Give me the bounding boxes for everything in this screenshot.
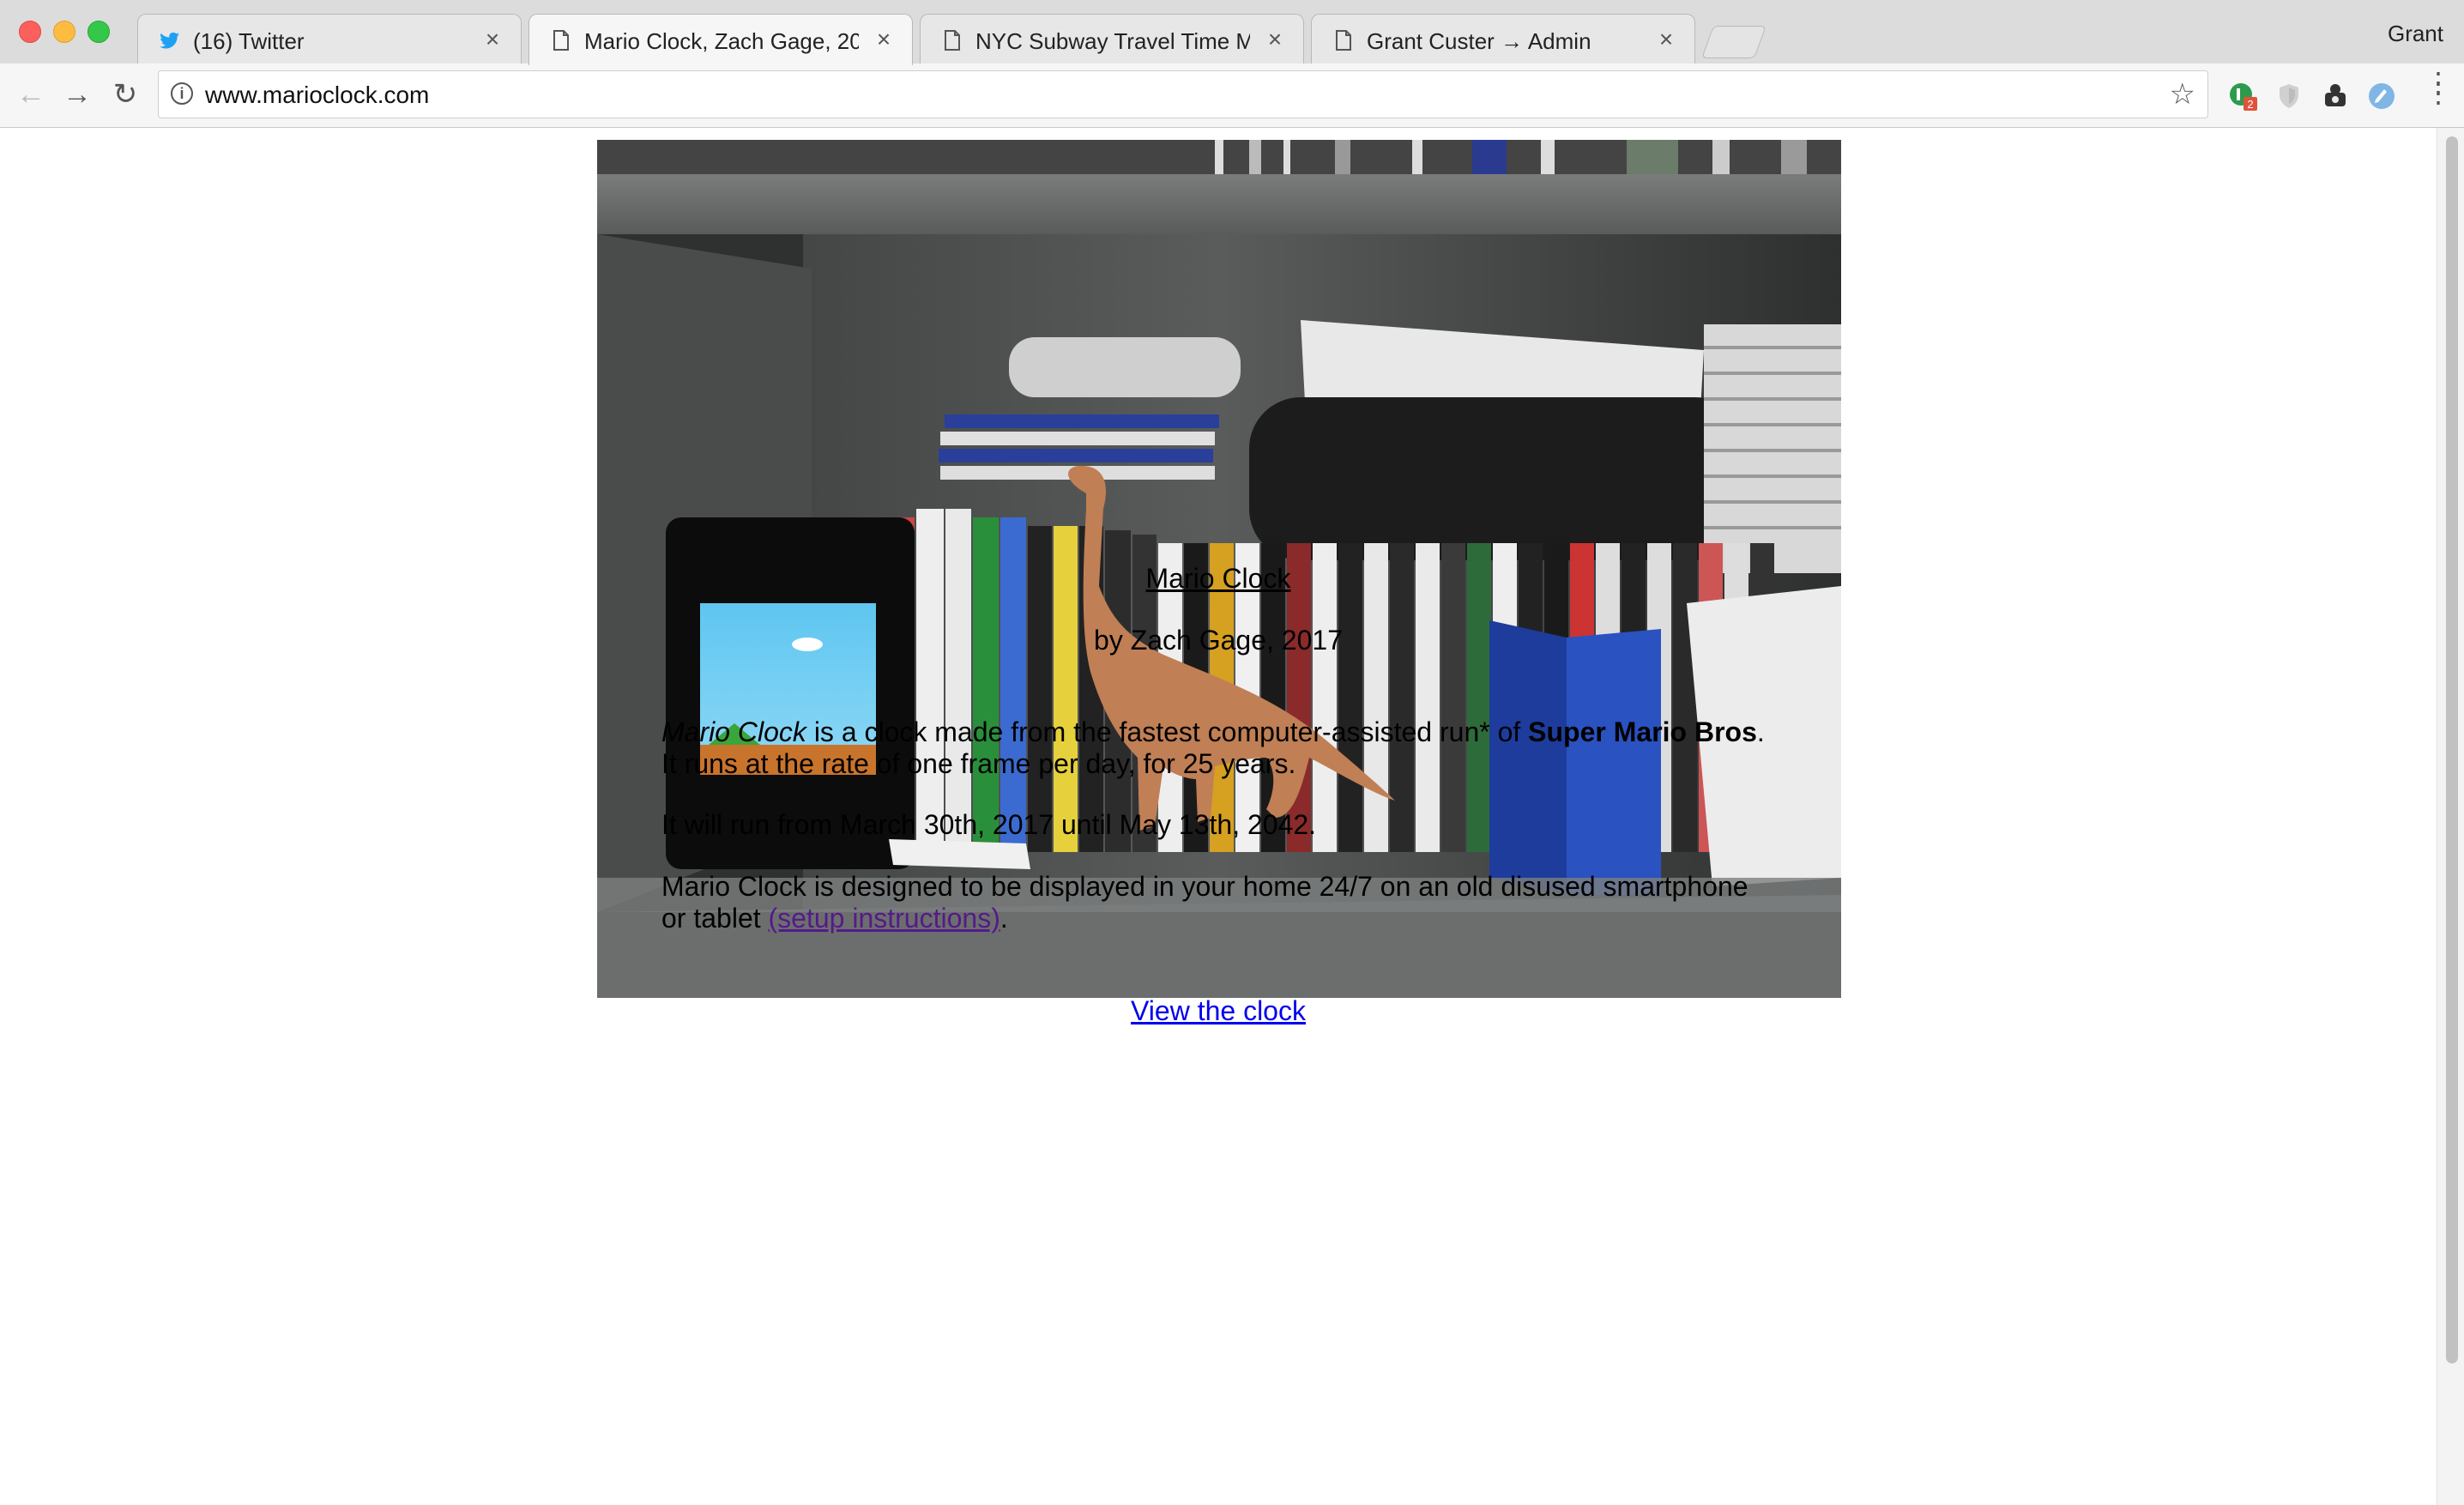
tab-twitter[interactable]: (16) Twitter × [137, 14, 522, 63]
close-tab-icon[interactable]: × [1653, 27, 1679, 52]
intro-text-b: . [1756, 716, 1765, 747]
intro-paragraph: Mario Clock is a clock made from the fas… [661, 716, 1803, 780]
display-line1: Mario Clock is designed to be displayed … [661, 871, 1748, 902]
mario-clock-title-link[interactable]: Mario Clock [1146, 563, 1291, 594]
display-suffix: . [999, 903, 1008, 934]
close-tab-icon[interactable]: × [1262, 27, 1288, 52]
tab-title: (16) Twitter [193, 28, 305, 54]
tab-title: Grant Custer → Admin [1367, 28, 1591, 54]
browser-toolbar: ← → ↻ i www.marioclock.com ☆ 2 ⋮ ⋮ [0, 63, 2464, 128]
super-mario-bros-bold: Super Mario Bros [1528, 716, 1757, 747]
blue-extension-icon[interactable] [2366, 81, 2397, 112]
view-line: View the clock [0, 994, 2437, 1028]
profile-name[interactable]: Grant [2388, 19, 2443, 48]
reload-icon[interactable]: ↻ [108, 77, 142, 112]
minimize-window-button[interactable] [53, 21, 75, 43]
url-text[interactable]: www.marioclock.com [205, 80, 429, 111]
tab-grant-custer-admin[interactable]: Grant Custer → Admin × [1311, 14, 1695, 63]
close-tab-icon[interactable]: × [871, 27, 897, 52]
scrollbar-thumb[interactable] [2446, 136, 2458, 1363]
tab-nyc-subway[interactable]: NYC Subway Travel Time Map × [920, 14, 1304, 63]
page-icon [553, 30, 569, 51]
tab-strip: (16) Twitter × Mario Clock, Zach Gage, 2… [0, 0, 2464, 65]
setup-instructions-link[interactable]: (setup instructions) [769, 903, 1000, 934]
title-line: Mario Clock [0, 561, 2437, 595]
close-tab-icon[interactable]: × [480, 27, 505, 52]
new-tab-button[interactable] [1701, 26, 1766, 58]
page-icon [1336, 30, 1351, 51]
vertical-scrollbar[interactable] [2437, 128, 2464, 1505]
view-the-clock-link[interactable]: View the clock [1131, 995, 1306, 1026]
twitter-bird-icon [160, 32, 179, 49]
green-extension-icon[interactable]: 2 [2227, 81, 2258, 112]
display-line2-prefix: or tablet [661, 903, 769, 934]
intro-title-em: Mario Clock [661, 716, 806, 747]
back-arrow-icon[interactable]: ← [14, 77, 48, 112]
intro-line2: It runs at the rate of one frame per day… [661, 748, 1296, 779]
run-dates-paragraph: It will run from March 30th, 2017 until … [661, 809, 1317, 840]
info-icon[interactable]: i [171, 82, 193, 105]
display-paragraph: Mario Clock is designed to be displayed … [661, 871, 1803, 934]
forward-arrow-icon[interactable]: → [60, 77, 94, 112]
tab-mario-clock[interactable]: Mario Clock, Zach Gage, 2017 × [528, 14, 913, 65]
dark-extension-icon[interactable] [2320, 81, 2351, 112]
tab-title: NYC Subway Travel Time Map [975, 28, 1250, 54]
menu-dots-icon[interactable]: ⋮ ⋮ [2425, 69, 2452, 112]
bookmark-star-icon[interactable]: ☆ [2170, 78, 2195, 111]
page-content: Mario Clock by Zach Gage, 2017 Mario Clo… [0, 128, 2437, 1505]
page-icon [945, 30, 960, 51]
extension-badge: 2 [2247, 98, 2253, 111]
intro-text-a: is a clock made from the fastest compute… [806, 716, 1529, 747]
address-bar[interactable]: i www.marioclock.com ☆ [158, 70, 2208, 118]
close-window-button[interactable] [19, 21, 41, 43]
zoom-window-button[interactable] [88, 21, 110, 43]
tab-title: Mario Clock, Zach Gage, 2017 [584, 28, 859, 54]
byline: by Zach Gage, 2017 [1094, 625, 1343, 656]
shield-extension-icon[interactable] [2274, 81, 2304, 112]
